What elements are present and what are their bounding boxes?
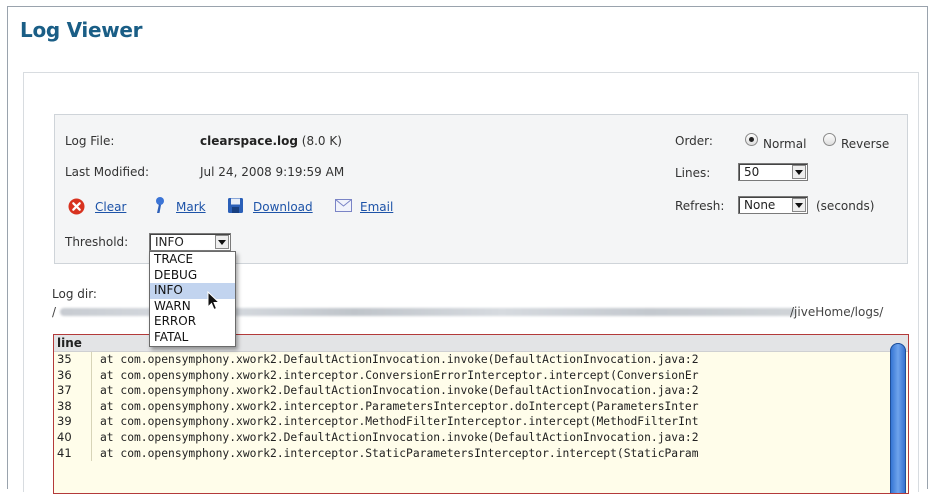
download-icon[interactable] [227, 197, 244, 217]
line-number-divider [91, 429, 92, 446]
refresh-selected-value: None [744, 198, 776, 212]
log-line-number: 37 [57, 383, 72, 398]
threshold-option-trace[interactable]: TRACE [150, 252, 235, 268]
order-normal-radio[interactable] [745, 133, 758, 146]
log-file-name: clearspace.log [200, 134, 298, 148]
clear-icon[interactable] [68, 198, 85, 218]
mark-link[interactable]: Mark [176, 200, 206, 214]
log-row: 40 at com.opensymphony.xwork2.DefaultActi… [54, 429, 908, 446]
mark-icon[interactable] [153, 196, 167, 217]
log-line-number: 35 [57, 352, 72, 366]
log-output[interactable]: line 35 at com.opensymphony.xwork2.Defaul… [53, 334, 909, 494]
log-line-text: at com.opensymphony.xwork2.interceptor.M… [100, 415, 699, 429]
log-line-text: at com.opensymphony.xwork2.interceptor.C… [100, 368, 699, 382]
log-line-number: 41 [57, 445, 72, 460]
threshold-option-error[interactable]: ERROR [150, 314, 235, 330]
log-line-text: at com.opensymphony.xwork2.DefaultAction… [100, 384, 699, 398]
refresh-unit-label: (seconds) [816, 199, 875, 213]
chevron-down-icon [792, 165, 806, 179]
log-line-text: at com.opensymphony.xwork2.interceptor.P… [100, 399, 699, 413]
threshold-option-fatal[interactable]: FATAL [150, 330, 235, 346]
line-number-divider [91, 367, 92, 384]
clear-link[interactable]: Clear [95, 200, 126, 214]
log-row: 39 at com.opensymphony.xwork2.interceptor… [54, 414, 908, 430]
log-line-number: 39 [57, 414, 72, 429]
last-modified-value: Jul 24, 2008 9:19:59 AM [200, 165, 345, 179]
threshold-option-debug[interactable]: DEBUG [150, 268, 235, 284]
threshold-option-warn[interactable]: WARN [150, 299, 235, 315]
line-number-divider [91, 398, 92, 415]
last-modified-label: Last Modified: [65, 165, 150, 179]
download-link[interactable]: Download [253, 200, 313, 214]
order-normal-label: Normal [763, 137, 807, 151]
log-file-value: clearspace.log (8.0 K) [200, 134, 342, 148]
mouse-pointer-icon [207, 290, 221, 314]
threshold-selected-value: INFO [155, 235, 184, 249]
lines-selected-value: 50 [744, 165, 760, 179]
log-file-label: Log File: [65, 134, 115, 148]
line-number-divider [91, 414, 92, 430]
email-link[interactable]: Email [360, 200, 393, 214]
log-rows: 35 at com.opensymphony.xwork2.DefaultActi… [54, 352, 908, 462]
log-line-number: 40 [57, 429, 72, 444]
lines-label: Lines: [675, 166, 711, 180]
refresh-label: Refresh: [675, 199, 725, 213]
order-label: Order: [675, 134, 713, 148]
log-row: 41 at com.opensymphony.xwork2.interceptor… [54, 445, 908, 462]
log-row: 35 at com.opensymphony.xwork2.DefaultActi… [54, 352, 908, 368]
threshold-dropdown-list: TRACE DEBUG INFO WARN ERROR FATAL [149, 251, 236, 347]
log-line-text: at com.opensymphony.xwork2.interceptor.S… [100, 446, 699, 460]
log-scrollbar[interactable] [890, 343, 906, 493]
log-row: 38 at com.opensymphony.xwork2.interceptor… [54, 398, 908, 415]
refresh-select[interactable]: None [738, 196, 808, 214]
order-reverse-radio[interactable] [823, 133, 836, 146]
chevron-down-icon [215, 235, 229, 249]
line-number-divider [91, 352, 92, 368]
log-dir-label: Log dir: [52, 287, 97, 301]
threshold-select[interactable]: INFO [149, 233, 231, 251]
log-line-number: 36 [57, 367, 72, 382]
chevron-down-icon [792, 198, 806, 212]
line-number-divider [91, 445, 92, 462]
page-title: Log Viewer [20, 18, 143, 42]
threshold-option-info[interactable]: INFO [150, 283, 235, 299]
log-row: 37 at com.opensymphony.xwork2.DefaultActi… [54, 383, 908, 399]
email-icon[interactable] [335, 199, 352, 215]
order-reverse-label: Reverse [841, 137, 890, 151]
log-line-text: at com.opensymphony.xwork2.DefaultAction… [100, 353, 699, 366]
log-dir-visible-path: /jiveHome/logs/ [790, 305, 884, 319]
log-row: 36 at com.opensymphony.xwork2.interceptor… [54, 367, 908, 384]
log-line-number: 38 [57, 398, 72, 413]
lines-select[interactable]: 50 [738, 163, 808, 181]
log-line-text: at com.opensymphony.xwork2.DefaultAction… [100, 430, 699, 444]
log-file-size: (8.0 K) [301, 134, 342, 148]
threshold-label: Threshold: [65, 235, 129, 249]
log-dir-root: / [52, 305, 57, 319]
line-number-divider [91, 383, 92, 399]
